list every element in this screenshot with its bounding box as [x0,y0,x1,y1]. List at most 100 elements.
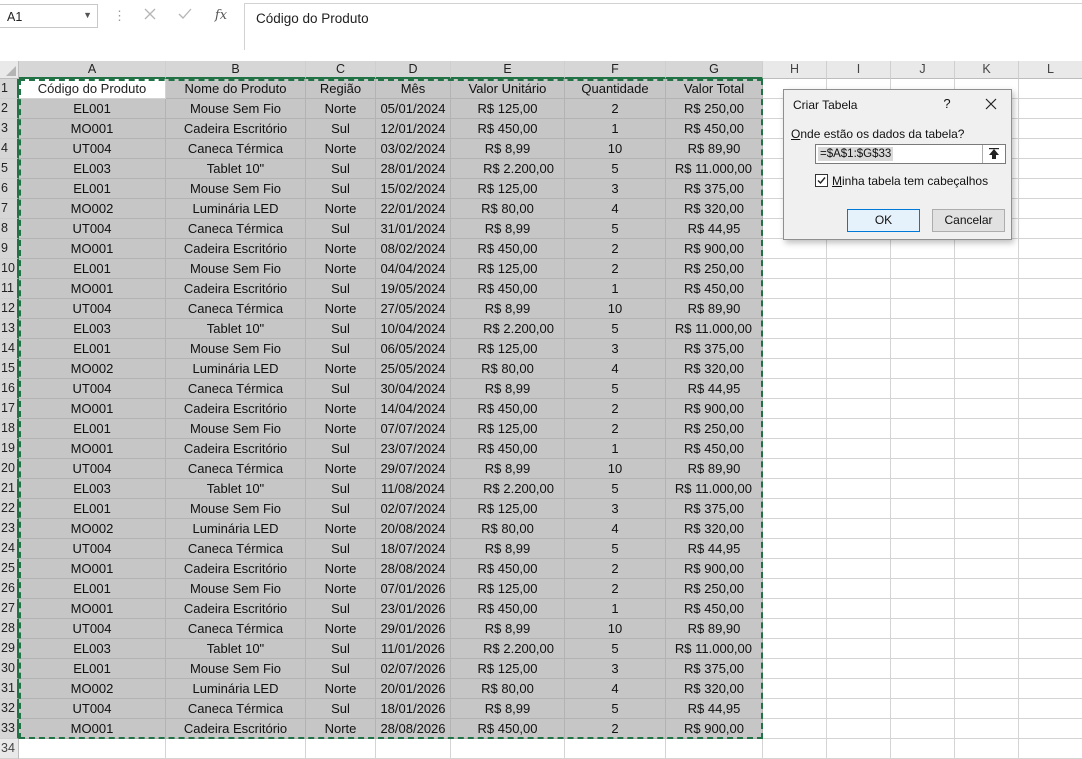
column-header-d[interactable]: D [376,61,451,79]
cell[interactable] [1019,619,1082,639]
cell[interactable]: Caneca Térmica [166,619,306,639]
cell[interactable]: MO001 [19,399,166,419]
cell[interactable]: Cadeira Escritório [166,399,306,419]
cell[interactable]: R$ 8,99 [451,619,565,639]
cell[interactable] [1019,699,1082,719]
cell[interactable] [955,539,1019,559]
cell[interactable] [827,379,891,399]
cell[interactable]: R$ 11.000,00 [666,159,763,179]
cell[interactable]: R$ 320,00 [666,519,763,539]
cell[interactable]: 11/01/2026 [376,639,451,659]
cell[interactable] [955,299,1019,319]
cell[interactable]: Norte [306,619,376,639]
cell[interactable]: R$ 2.200,00 [451,159,565,179]
cell[interactable] [891,519,955,539]
cell[interactable]: R$ 450,00 [666,119,763,139]
cell[interactable]: R$ 80,00 [451,199,565,219]
cell[interactable] [763,499,827,519]
cell[interactable]: EL001 [19,259,166,279]
close-icon[interactable] [980,93,1002,115]
select-all-corner[interactable] [0,61,19,79]
cell[interactable]: R$ 320,00 [666,359,763,379]
column-header-h[interactable]: H [763,61,827,79]
row-header[interactable]: 11 [0,279,19,299]
cell[interactable]: Norte [306,719,376,739]
cell[interactable]: R$ 89,90 [666,619,763,639]
cell[interactable]: UT004 [19,379,166,399]
cell[interactable]: 1 [565,439,666,459]
cell[interactable]: Norte [306,99,376,119]
header-cell[interactable]: Nome do Produto [166,79,306,99]
cell[interactable] [763,519,827,539]
column-header-l[interactable]: L [1019,61,1082,79]
cell[interactable] [1019,179,1082,199]
row-header[interactable]: 3 [0,119,19,139]
cell[interactable]: Cadeira Escritório [166,439,306,459]
cell[interactable] [827,659,891,679]
cell[interactable]: R$ 900,00 [666,239,763,259]
cell[interactable] [1019,219,1082,239]
cell[interactable] [891,439,955,459]
cell[interactable] [955,279,1019,299]
header-cell[interactable]: Quantidade [565,79,666,99]
cell[interactable]: Caneca Térmica [166,379,306,399]
cell[interactable]: 2 [565,719,666,739]
cell[interactable] [1019,199,1082,219]
cell[interactable]: 15/02/2024 [376,179,451,199]
cell[interactable]: Sul [306,339,376,359]
column-header-g[interactable]: G [666,61,763,79]
row-header[interactable]: 23 [0,519,19,539]
cell[interactable]: 5 [565,319,666,339]
cell[interactable]: R$ 80,00 [451,679,565,699]
cell[interactable]: 4 [565,359,666,379]
cell[interactable] [1019,519,1082,539]
cell[interactable]: Tablet 10" [166,159,306,179]
column-header-b[interactable]: B [166,61,306,79]
cell[interactable] [891,419,955,439]
cell[interactable]: Caneca Térmica [166,699,306,719]
cell[interactable] [1019,419,1082,439]
cell[interactable] [827,239,891,259]
cell[interactable]: 5 [565,479,666,499]
row-header[interactable]: 25 [0,559,19,579]
cell[interactable] [1019,239,1082,259]
cell[interactable] [376,739,451,759]
cell[interactable] [1019,399,1082,419]
row-header[interactable]: 34 [0,739,19,759]
cell[interactable]: 20/01/2026 [376,679,451,699]
cell[interactable] [666,739,763,759]
cell[interactable] [1019,539,1082,559]
cell[interactable] [955,419,1019,439]
name-box[interactable]: A1 ▼ [0,4,98,28]
cell[interactable] [955,699,1019,719]
cell[interactable] [891,579,955,599]
cell[interactable]: Caneca Térmica [166,299,306,319]
cell[interactable] [891,599,955,619]
cell[interactable] [955,479,1019,499]
cell[interactable]: R$ 44,95 [666,219,763,239]
cell[interactable]: R$ 2.200,00 [451,479,565,499]
cell[interactable] [891,459,955,479]
cell[interactable] [1019,279,1082,299]
cell[interactable]: 02/07/2024 [376,499,451,519]
cell[interactable]: Norte [306,519,376,539]
cell[interactable] [1019,639,1082,659]
cell[interactable]: UT004 [19,299,166,319]
cell[interactable] [891,299,955,319]
cell[interactable]: 11/08/2024 [376,479,451,499]
cell[interactable]: Norte [306,459,376,479]
cell[interactable] [955,319,1019,339]
header-cell[interactable]: Valor Unitário [451,79,565,99]
cell[interactable]: 10/04/2024 [376,319,451,339]
cell[interactable]: Sul [306,219,376,239]
cell[interactable] [891,659,955,679]
cell[interactable]: R$ 320,00 [666,679,763,699]
cell[interactable]: R$ 375,00 [666,659,763,679]
cell[interactable] [955,459,1019,479]
cell[interactable]: R$ 250,00 [666,259,763,279]
more-options-icon[interactable]: ⋮ [113,8,126,24]
cell[interactable] [891,259,955,279]
cell[interactable] [891,499,955,519]
cell[interactable] [827,459,891,479]
cell[interactable]: R$ 125,00 [451,499,565,519]
